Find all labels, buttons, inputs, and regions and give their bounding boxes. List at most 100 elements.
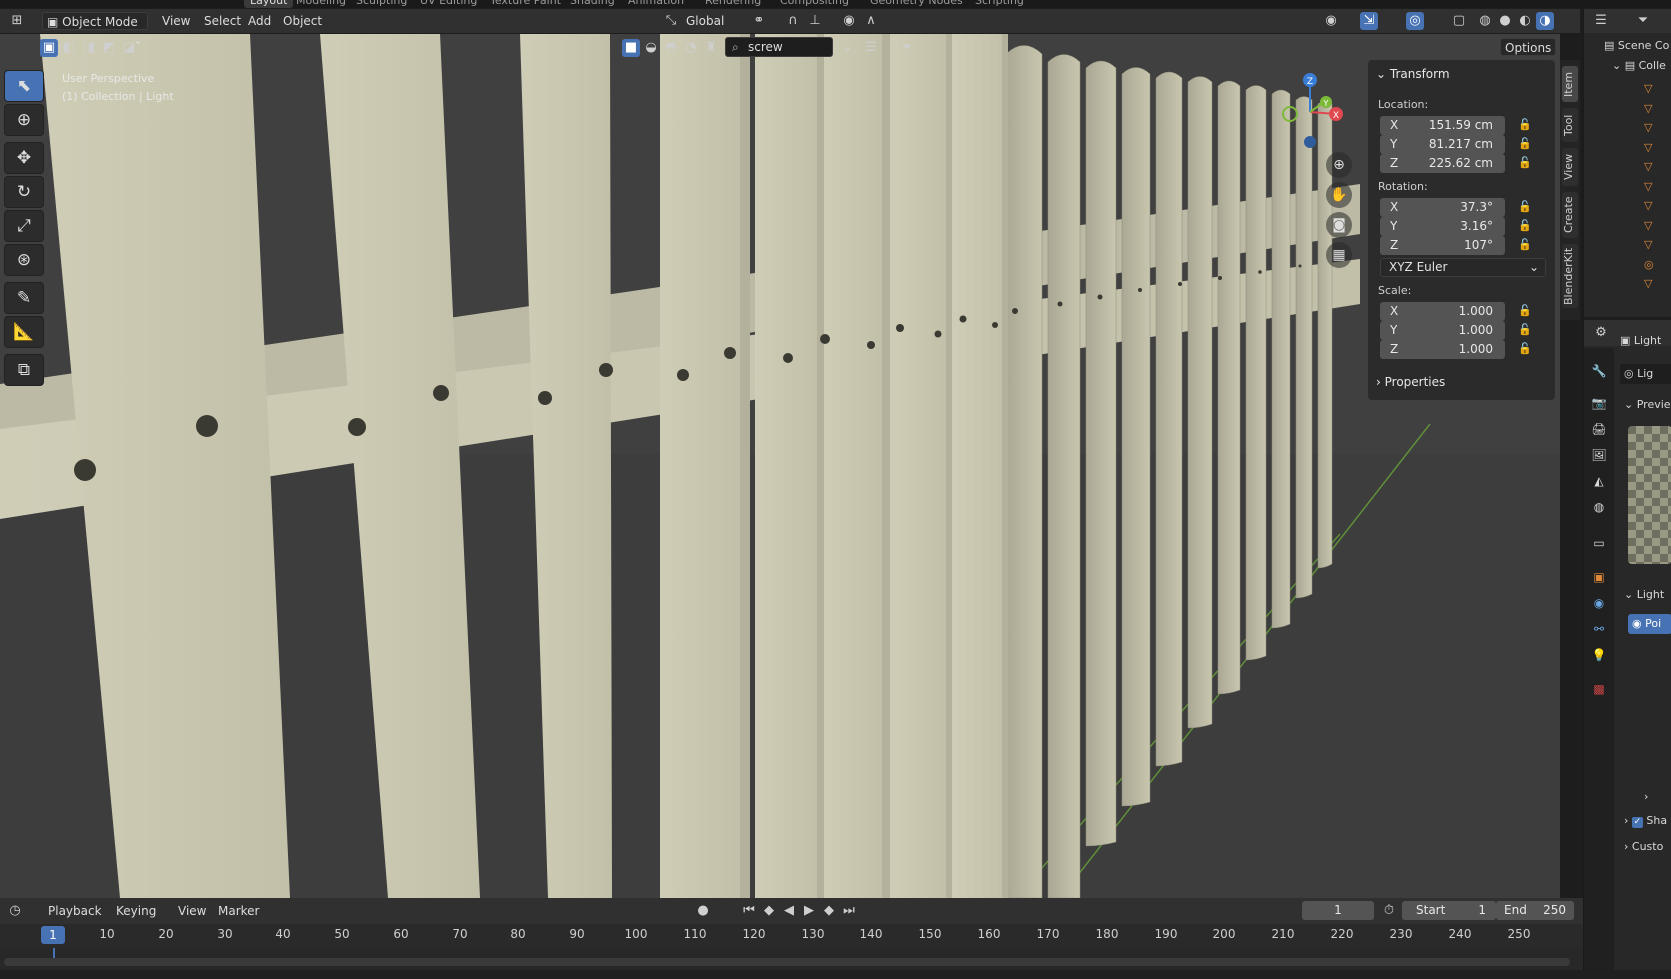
scale-z-field[interactable]: Z 1.000 (1380, 340, 1505, 359)
search-options-icon[interactable]: ⌄ (838, 39, 856, 57)
rotation-x-field[interactable]: X 37.3° (1380, 198, 1505, 217)
solid-shading-icon[interactable]: ● (1496, 12, 1514, 30)
lock-icon[interactable]: 🔓 (1518, 156, 1532, 169)
object-icon[interactable]: ▽ (1644, 118, 1654, 138)
location-x-field[interactable]: X 151.59 cm (1380, 116, 1505, 135)
select-box-tool[interactable]: ⬉ (4, 70, 44, 102)
checkbox-checked-icon[interactable]: ✓ (1631, 817, 1643, 828)
filter-icon[interactable]: ⏷ (898, 39, 916, 57)
rotate-tool[interactable]: ↻ (4, 176, 44, 208)
cursor-tool[interactable]: ⊕ (4, 104, 44, 136)
gizmo-toggle-icon[interactable]: ⇲ (1360, 12, 1378, 30)
clock-icon[interactable]: ◷ (6, 902, 24, 920)
jump-start-icon[interactable]: ⏮ (740, 902, 758, 920)
record-icon[interactable]: ● (694, 902, 712, 920)
wireframe-shading-icon[interactable]: ◍ (1476, 12, 1494, 30)
start-frame-field[interactable]: Start 1 (1402, 901, 1496, 920)
tab-geometry-nodes[interactable]: Geometry Nodes (870, 0, 963, 8)
timeline-scrollbar[interactable] (4, 958, 1570, 966)
object-icon[interactable]: ▽ (1644, 196, 1654, 216)
search-input[interactable]: ⌕ screw (725, 37, 833, 57)
light-type-point-button[interactable]: ◉ Poi (1628, 614, 1671, 634)
tab-item[interactable]: Item (1562, 66, 1578, 102)
preview-header[interactable]: ⌄ Previe (1624, 398, 1671, 411)
tab-create[interactable]: Create (1562, 192, 1578, 238)
pan-hand-icon[interactable]: ✋ (1326, 182, 1352, 208)
tab-blenderkit[interactable]: BlenderKit (1562, 244, 1578, 308)
light-data-selector[interactable]: ◎ Lig (1620, 364, 1671, 384)
falloff-icon[interactable]: ∧ (862, 12, 880, 30)
menu-playback[interactable]: Playback (44, 902, 106, 920)
overlay-toggle-icon[interactable]: ◎ (1406, 12, 1424, 30)
jump-end-icon[interactable]: ⏭ (840, 902, 858, 920)
view-layer-icon[interactable]: 🖼 (1590, 446, 1608, 464)
menu-add[interactable]: Add (244, 12, 275, 30)
tab-animation[interactable]: Animation (628, 0, 684, 8)
tab-view[interactable]: View (1562, 148, 1578, 186)
object-name-row[interactable]: ▣ Light (1620, 334, 1661, 347)
tab-shading[interactable]: Shading (570, 0, 615, 8)
annotate-tool[interactable]: ✎ (4, 282, 44, 314)
tab-compositing[interactable]: Compositing (780, 0, 849, 8)
stopwatch-icon[interactable]: ⏱ (1380, 902, 1398, 920)
material-shading-icon[interactable]: ◐ (1516, 12, 1534, 30)
object-icon[interactable]: ▽ (1644, 138, 1654, 158)
render-icon[interactable]: 📷 (1590, 394, 1608, 412)
playhead[interactable]: 1 (41, 926, 65, 944)
rotation-y-field[interactable]: Y 3.16° (1380, 217, 1505, 236)
scale-tool[interactable]: ⤢ (4, 210, 44, 242)
pivot-icon[interactable]: ⚭ (750, 12, 768, 30)
light-icon[interactable]: ◎ (1644, 255, 1654, 275)
play-reverse-icon[interactable]: ◀ (780, 902, 798, 920)
current-frame-field[interactable]: 1 (1302, 901, 1374, 920)
tab-rendering[interactable]: Rendering (705, 0, 761, 8)
tab-texture-paint[interactable]: Texture Paint (490, 0, 561, 8)
filter-icon[interactable]: ⏷ (1634, 12, 1652, 30)
add-cube-tool[interactable]: ⧉ (4, 354, 44, 386)
world-icon[interactable]: ◍ (1590, 498, 1608, 516)
select-subtract-icon[interactable]: ◨ (80, 39, 98, 57)
object-icon[interactable]: ▣ (1590, 568, 1608, 586)
outliner-filter-object-icon[interactable]: ■ (622, 39, 640, 57)
orientation-dropdown[interactable]: Global (682, 12, 728, 30)
proportional-edit-icon[interactable]: ◉ (840, 12, 858, 30)
outliner-filter-scene-icon[interactable]: ♜ (702, 39, 720, 57)
menu-select[interactable]: Select (200, 12, 245, 30)
shadow-section[interactable]: › ✓ Sha (1624, 814, 1667, 828)
menu-keying[interactable]: Keying (112, 902, 160, 920)
navigation-gizmo[interactable]: Z X Y (1270, 68, 1350, 152)
scene-collection-row[interactable]: ▤ Scene Co (1604, 39, 1669, 52)
lock-icon[interactable]: 🔓 (1518, 304, 1532, 317)
object-icon[interactable]: ▽ (1644, 216, 1654, 236)
light-section-header[interactable]: ⌄ Light (1624, 588, 1664, 601)
outliner-filter-light-icon[interactable]: ◓ (662, 39, 680, 57)
play-icon[interactable]: ▶ (800, 902, 818, 920)
lock-icon[interactable]: 🔓 (1518, 118, 1532, 131)
object-icon[interactable]: ▽ (1644, 157, 1654, 177)
select-invert-icon[interactable]: ◩ (100, 39, 118, 57)
perspective-toggle-icon[interactable]: ▦ (1326, 242, 1352, 268)
visibility-icon[interactable]: ◉ (1322, 12, 1340, 30)
location-z-field[interactable]: Z 225.62 cm (1380, 154, 1505, 173)
properties-header[interactable]: › Properties (1376, 372, 1445, 392)
lock-icon[interactable]: 🔓 (1518, 342, 1532, 355)
select-extend-icon[interactable]: ◧ (60, 39, 78, 57)
lock-icon[interactable]: 🔓 (1518, 219, 1532, 232)
output-icon[interactable]: 🖨 (1590, 420, 1608, 438)
prev-keyframe-icon[interactable]: ◆ (760, 902, 778, 920)
scale-y-field[interactable]: Y 1.000 (1380, 321, 1505, 340)
menu-object[interactable]: Object (279, 12, 326, 30)
lock-icon[interactable]: 🔓 (1518, 137, 1532, 150)
tab-layout[interactable]: Layout (244, 0, 294, 8)
object-icon[interactable]: ▽ (1644, 274, 1654, 294)
light-data-icon[interactable]: 💡 (1590, 646, 1608, 664)
tab-modeling[interactable]: Modeling (296, 0, 346, 8)
select-new-icon[interactable]: ▣ (40, 39, 58, 57)
end-frame-field[interactable]: End 250 (1496, 901, 1574, 920)
tab-tool[interactable]: Tool (1562, 108, 1578, 142)
menu-view[interactable]: View (158, 12, 194, 30)
lock-icon[interactable]: 🔓 (1518, 238, 1532, 251)
tab-uv-editing[interactable]: UV Editing (420, 0, 477, 8)
select-intersect-icon[interactable]: ◪ (120, 39, 138, 57)
object-icon[interactable]: ▽ (1644, 79, 1654, 99)
